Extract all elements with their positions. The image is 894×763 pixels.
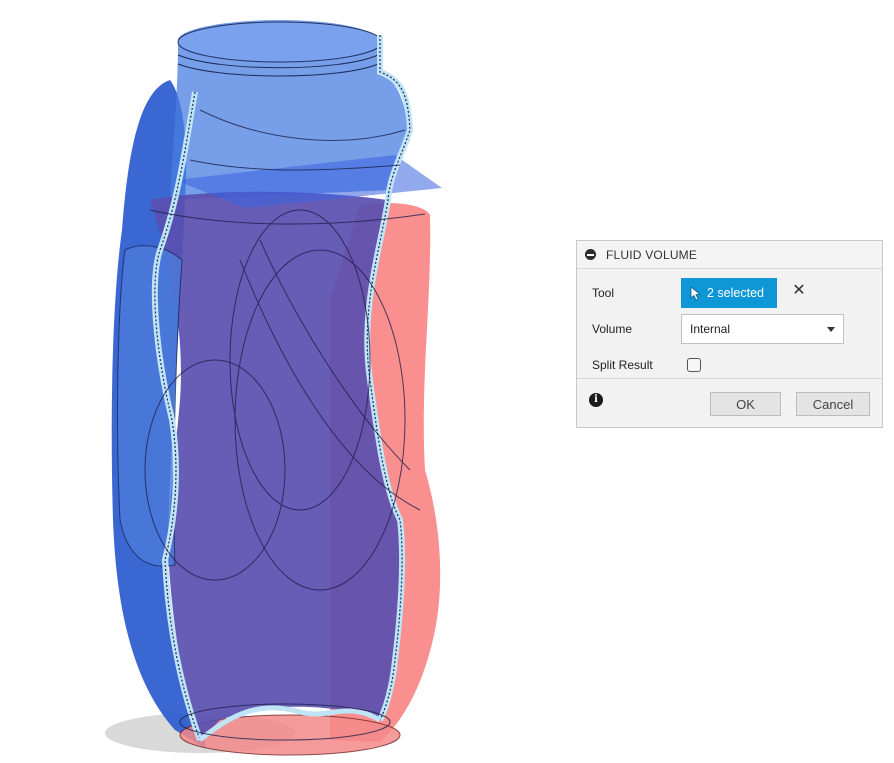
dialog-header: FLUID VOLUME xyxy=(577,241,882,269)
ok-button[interactable]: OK xyxy=(710,392,781,416)
tool-label: Tool xyxy=(592,286,615,300)
volume-label: Volume xyxy=(592,322,633,336)
info-icon[interactable]: i xyxy=(589,393,603,407)
tool-selection-count: 2 selected xyxy=(707,286,764,300)
chevron-down-icon xyxy=(827,327,835,332)
volume-select[interactable]: Internal xyxy=(681,314,844,344)
dialog-footer: i OK Cancel xyxy=(577,379,882,425)
fluid-volume-dialog: FLUID VOLUME Tool 2 selected ✕ Volume In… xyxy=(576,240,883,428)
tool-row: Tool 2 selected ✕ xyxy=(577,275,882,311)
close-icon[interactable]: ✕ xyxy=(791,283,807,299)
cursor-arrow-icon xyxy=(690,285,701,301)
tool-selection-button[interactable]: 2 selected xyxy=(681,278,777,308)
split-result-row: Split Result xyxy=(577,347,882,383)
bottle-model-viewport[interactable] xyxy=(0,0,560,763)
split-result-label: Split Result xyxy=(592,358,653,372)
cancel-button[interactable]: Cancel xyxy=(796,392,870,416)
split-result-checkbox[interactable] xyxy=(687,358,701,372)
dialog-body: Tool 2 selected ✕ Volume Internal Split … xyxy=(577,269,882,379)
volume-row: Volume Internal xyxy=(577,311,882,347)
canvas-viewport[interactable]: FLUID VOLUME Tool 2 selected ✕ Volume In… xyxy=(0,0,894,763)
dialog-title: FLUID VOLUME xyxy=(606,247,698,262)
collapse-icon[interactable] xyxy=(585,249,596,260)
volume-selected-value: Internal xyxy=(690,322,731,336)
neck-top-ellipse xyxy=(177,21,383,63)
